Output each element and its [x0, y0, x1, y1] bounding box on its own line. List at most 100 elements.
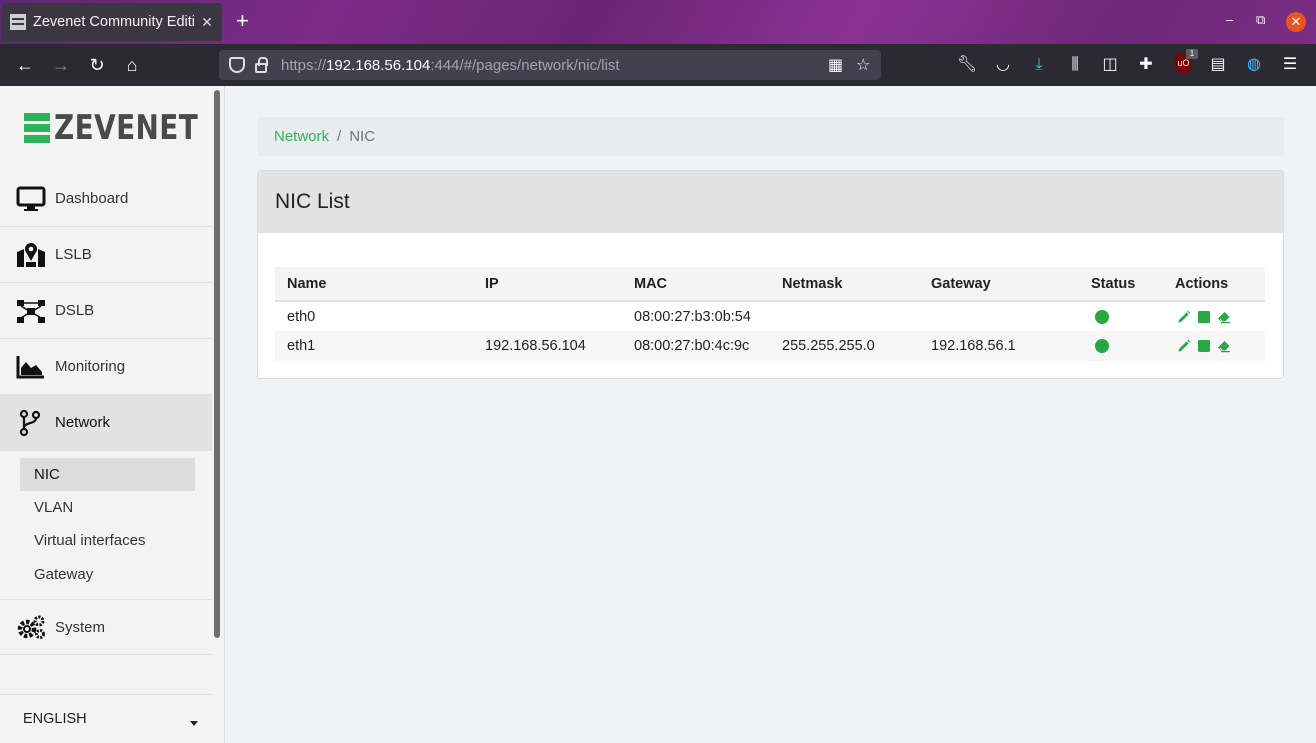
browser-tab-bar: Zevenet Community Editi ✕ + – ⧉ ✕ [0, 0, 1316, 44]
nic-table: Name IP MAC Netmask Gateway Status Actio… [275, 267, 1265, 361]
language-select[interactable]: ENGLISH [0, 694, 212, 743]
extensions-icon[interactable]: ✚ [1135, 55, 1157, 75]
hamburger-menu-icon[interactable]: ☰ [1279, 55, 1301, 75]
sidebar: ZEVENET Dashboard LSLB DSLB Monitoring N… [0, 86, 225, 743]
sidebar-item-dashboard[interactable]: Dashboard [0, 171, 212, 227]
sidebar-item-dslb[interactable]: DSLB [0, 283, 212, 339]
breadcrumb: Network / NIC [257, 117, 1284, 156]
download-icon[interactable]: ⤓ [1028, 55, 1050, 75]
sidebar-item-monitoring[interactable]: Monitoring [0, 339, 212, 395]
gears-icon [16, 614, 46, 640]
url-bar[interactable]: https://192.168.56.104:444/#/pages/netwo… [219, 50, 881, 80]
language-label: ENGLISH [23, 711, 87, 727]
document-icon[interactable]: ▤ [1207, 55, 1229, 75]
bitwarden-icon[interactable]: ◍ [1243, 55, 1265, 75]
wrench-icon[interactable]: 🔧︎ [956, 55, 978, 75]
pocket-icon[interactable]: ◡ [992, 55, 1014, 75]
sidebar-item-label: LSLB [55, 246, 92, 263]
sidebar-item-system[interactable]: System [0, 599, 212, 655]
cell-gateway [919, 301, 1079, 331]
eraser-icon[interactable] [1217, 339, 1231, 353]
submenu-item-gateway[interactable]: Gateway [20, 558, 195, 591]
cell-netmask [770, 301, 919, 331]
cell-name: eth1 [275, 331, 473, 361]
stop-icon[interactable] [1197, 339, 1211, 353]
submenu-item-vlan[interactable]: VLAN [20, 491, 195, 524]
cell-netmask: 255.255.255.0 [770, 331, 919, 361]
new-tab-button[interactable]: + [236, 10, 249, 32]
library-icon[interactable]: ⫼ [1064, 55, 1086, 75]
status-up-icon [1095, 309, 1109, 324]
zevenet-logo-icon [24, 113, 50, 143]
breadcrumb-separator: / [337, 128, 342, 145]
cell-mac: 08:00:27:b0:4c:9c [622, 331, 770, 361]
minimize-window-icon[interactable]: – [1226, 12, 1233, 27]
cell-actions [1163, 331, 1265, 361]
back-icon[interactable]: ← [13, 53, 37, 77]
bookmark-star-icon[interactable]: ☆ [856, 55, 870, 75]
breadcrumb-current: NIC [349, 128, 376, 145]
branch-icon [16, 409, 46, 436]
url-text[interactable]: https://192.168.56.104:444/#/pages/netwo… [281, 57, 620, 74]
submenu-item-nic[interactable]: NIC [20, 458, 195, 491]
sidebar-item-label: Monitoring [55, 358, 126, 375]
reload-icon[interactable]: ↻ [85, 53, 109, 77]
area-chart-icon [16, 354, 46, 380]
zevenet-favicon-icon [10, 14, 26, 30]
column-header-name[interactable]: Name [275, 267, 473, 302]
column-header-status[interactable]: Status [1079, 267, 1163, 302]
stop-icon[interactable] [1197, 310, 1211, 324]
lock-icon[interactable] [255, 56, 268, 73]
forward-icon[interactable]: → [49, 53, 73, 77]
cell-actions [1163, 301, 1265, 331]
restore-window-icon[interactable]: ⧉ [1256, 12, 1265, 28]
close-tab-icon[interactable]: ✕ [200, 14, 214, 31]
cell-ip: 192.168.56.104 [473, 331, 622, 361]
close-window-icon[interactable]: ✕ [1286, 12, 1306, 32]
cell-status [1079, 331, 1163, 361]
sidebar-item-label: Network [55, 414, 111, 431]
edit-pencil-icon[interactable] [1177, 339, 1191, 353]
browser-nav-bar: ← → ↻ ⌂ https://192.168.56.104:444/#/pag… [0, 44, 1316, 86]
sidebar-toggle-icon[interactable]: ◫ [1099, 55, 1121, 75]
edit-pencil-icon[interactable] [1177, 310, 1191, 324]
submenu-item-label: VLAN [34, 499, 74, 516]
cell-mac: 08:00:27:b3:0b:54 [634, 308, 751, 325]
column-header-gateway[interactable]: Gateway [919, 267, 1079, 302]
cell-status [1079, 301, 1163, 331]
network-nodes-icon [16, 298, 46, 324]
sidebar-item-lslb[interactable]: LSLB [0, 227, 212, 283]
zevenet-logo[interactable]: ZEVENET [24, 108, 230, 148]
monitor-icon [16, 186, 46, 212]
sidebar-item-label: System [55, 618, 106, 636]
column-header-netmask[interactable]: Netmask [770, 267, 919, 302]
submenu-item-label: Virtual interfaces [34, 532, 146, 549]
cell-gateway: 192.168.56.1 [919, 331, 1079, 361]
sidebar-item-network[interactable]: Network [0, 395, 212, 451]
eraser-icon[interactable] [1217, 310, 1231, 324]
column-header-actions: Actions [1163, 267, 1265, 302]
column-header-ip[interactable]: IP [473, 267, 622, 302]
cell-ip [473, 301, 622, 331]
table-row: eth1 192.168.56.104 08:00:27:b0:4c:9c 25… [275, 331, 1265, 361]
caret-down-icon [190, 720, 198, 726]
submenu-item-label: Gateway [34, 566, 94, 583]
cell-name: eth0 [287, 308, 316, 325]
breadcrumb-link-network[interactable]: Network [274, 128, 329, 145]
sidebar-scrollbar[interactable] [214, 90, 220, 638]
qr-code-icon[interactable]: ▦ [828, 55, 843, 75]
column-header-mac[interactable]: MAC [622, 267, 770, 302]
home-icon[interactable]: ⌂ [120, 53, 144, 77]
status-up-icon [1095, 339, 1109, 354]
card-title: NIC List [258, 171, 1283, 233]
sidebar-item-label: Dashboard [55, 190, 129, 207]
map-marker-icon [16, 242, 46, 268]
browser-tab[interactable]: Zevenet Community Editi ✕ [2, 3, 222, 41]
tab-title: Zevenet Community Editi [33, 14, 195, 30]
submenu-item-virtual-interfaces[interactable]: Virtual interfaces [20, 524, 195, 557]
submenu-item-label: NIC [34, 466, 60, 483]
sidebar-item-label: DSLB [55, 302, 95, 319]
logo-text: ZEVENET [54, 108, 199, 148]
table-header-row: Name IP MAC Netmask Gateway Status Actio… [275, 267, 1265, 302]
tracking-shield-icon[interactable] [229, 57, 245, 73]
